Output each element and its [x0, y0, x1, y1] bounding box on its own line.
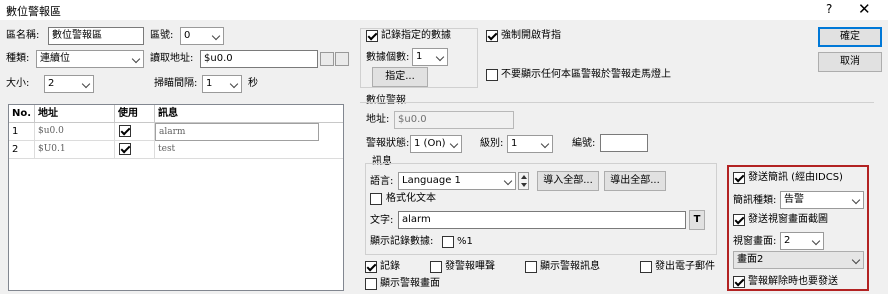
force-ack-checkbox[interactable]	[486, 30, 498, 42]
language-label: 語言:	[370, 176, 394, 187]
row-message[interactable]: alarm	[155, 123, 319, 141]
type-select[interactable]: 連續位	[36, 50, 144, 68]
row-no: 1	[9, 123, 35, 141]
alarm-beep-label: 發警報嗶聲	[445, 261, 495, 272]
data-count-select[interactable]: 1	[412, 48, 448, 66]
row-message: test	[155, 141, 343, 159]
area-no-label: 區號:	[150, 30, 174, 41]
row-use-checkbox[interactable]	[119, 125, 131, 137]
send-screenshot-checkbox[interactable]	[733, 214, 745, 226]
import-all-button[interactable]: 導入全部...	[537, 171, 599, 191]
code-label: 編號:	[572, 138, 596, 149]
title-bar: 數位警報區 ? ✕	[0, 0, 888, 20]
read-addr-label: 讀取地址:	[150, 53, 194, 64]
ok-button[interactable]: 確定	[818, 27, 882, 47]
scan-interval-label: 掃瞄間隔:	[154, 78, 198, 89]
record-label: 記錄	[380, 261, 400, 272]
no-marquee-checkbox[interactable]	[486, 69, 498, 81]
send-on-clear-checkbox[interactable]	[733, 276, 745, 288]
alarm-state-select[interactable]: 1 (On)	[410, 135, 462, 153]
send-email-label: 發出電子郵件	[655, 261, 715, 272]
formatted-text-checkbox[interactable]	[370, 193, 382, 205]
lock-icon[interactable]	[335, 52, 349, 66]
address-picker-icon[interactable]	[320, 52, 334, 66]
show-alarm-screen-label: 顯示警報畫面	[380, 278, 440, 289]
language-spinner[interactable]	[518, 172, 529, 190]
alarm-addr-label: 地址:	[366, 114, 390, 125]
area-name-label: 區名稱:	[6, 30, 40, 41]
row-use-checkbox[interactable]	[119, 143, 131, 155]
show-alarm-message-checkbox[interactable]	[525, 261, 537, 273]
col-addr-header: 地址	[35, 105, 115, 123]
show-record-label: 顯示記錄數據:	[370, 236, 434, 247]
language-select[interactable]: Language 1	[398, 172, 516, 190]
window-title: 數位警報區	[6, 5, 61, 18]
specify-button[interactable]: 指定...	[372, 67, 428, 87]
no-marquee-label: 不要顯示任何本區警報於警報走馬燈上	[501, 69, 671, 80]
send-sms-checkbox[interactable]	[733, 172, 745, 184]
formatted-text-label: 格式化文本	[386, 193, 436, 204]
screen-name-select[interactable]: 畫面2	[733, 251, 864, 269]
message-text-input[interactable]: alarm	[398, 211, 686, 229]
close-icon[interactable]: ✕	[858, 0, 871, 18]
col-no-header: No.	[9, 105, 35, 123]
alarm-table[interactable]: No. 地址 使用 訊息 1 $u0.0 alarm 2 $U0.1 test	[8, 104, 344, 291]
read-addr-input[interactable]: $u0.0	[200, 50, 318, 68]
alarm-state-label: 警報狀態:	[366, 138, 410, 149]
row-use-cell	[115, 141, 155, 159]
cancel-button[interactable]: 取消	[818, 52, 882, 72]
level-label: 級別:	[480, 138, 504, 149]
sms-type-select[interactable]: 告警	[780, 191, 864, 209]
area-name-input[interactable]: 數位警報區	[48, 27, 144, 45]
row-use-cell	[115, 123, 155, 141]
send-on-clear-label: 警報解除時也要發送	[748, 276, 838, 287]
row-no: 2	[9, 141, 35, 159]
send-email-checkbox[interactable]	[640, 261, 652, 273]
export-all-button[interactable]: 導出全部...	[604, 171, 666, 191]
code-input[interactable]	[600, 134, 648, 152]
window-screen-select[interactable]: 2	[780, 232, 824, 250]
text-format-button[interactable]: T	[689, 210, 705, 230]
scan-interval-select[interactable]: 1	[202, 75, 242, 93]
show-record-value: %1	[457, 236, 473, 247]
show-record-checkbox[interactable]	[442, 236, 454, 248]
row-address: $u0.0	[35, 123, 115, 141]
send-screenshot-label: 發送視窗畫面截圖	[748, 214, 828, 225]
col-use-header: 使用	[115, 105, 155, 123]
col-msg-header: 訊息	[155, 105, 343, 123]
show-alarm-screen-checkbox[interactable]	[365, 278, 377, 290]
record-checkbox[interactable]	[365, 261, 377, 273]
alarm-beep-checkbox[interactable]	[430, 261, 442, 273]
size-label: 大小:	[6, 78, 30, 89]
window-screen-label: 視窗畫面:	[733, 236, 777, 247]
help-icon[interactable]: ?	[826, 2, 832, 16]
record-data-checkbox[interactable]	[366, 30, 378, 42]
scan-unit-label: 秒	[248, 78, 258, 89]
area-no-select[interactable]: 0	[180, 27, 224, 45]
alarm-addr-input[interactable]: $u0.0	[394, 111, 514, 129]
data-count-label: 數據個數:	[366, 52, 410, 63]
level-select[interactable]: 1	[507, 135, 553, 153]
send-sms-label: 發送簡訊 (經由IDCS)	[748, 172, 843, 183]
show-alarm-message-label: 顯示警報訊息	[540, 261, 600, 272]
force-ack-label: 強制開啟背指	[501, 30, 561, 41]
row-address: $U0.1	[35, 141, 115, 159]
sms-type-label: 簡訊種類:	[733, 195, 777, 206]
text-label: 文字:	[370, 215, 394, 226]
size-select[interactable]: 2	[44, 75, 94, 93]
record-data-label: 記錄指定的數據	[381, 30, 451, 41]
type-label: 種類:	[6, 53, 30, 64]
